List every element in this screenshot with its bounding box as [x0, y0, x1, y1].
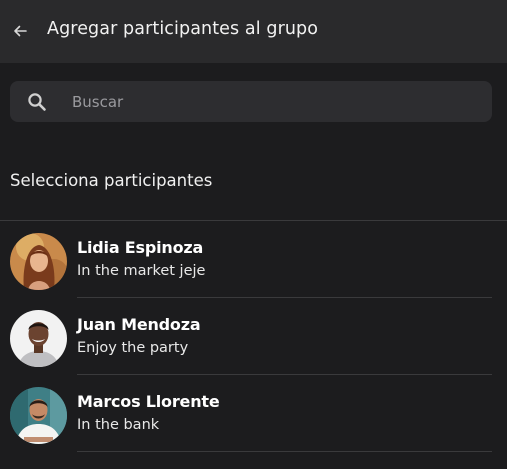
header-bar: Agregar participantes al grupo: [0, 0, 507, 63]
section-title: Selecciona participantes: [10, 171, 213, 190]
contact-item-juan-mendoza[interactable]: Juan Mendoza Enjoy the party: [0, 298, 507, 375]
contact-status: In the market jeje: [77, 263, 206, 279]
back-button[interactable]: [9, 20, 31, 42]
avatar: [10, 387, 67, 444]
contact-status: In the bank: [77, 417, 160, 433]
search-bar[interactable]: [10, 81, 492, 122]
contact-name: Marcos Llorente: [77, 392, 220, 411]
page-title: Agregar participantes al grupo: [47, 19, 319, 39]
app-window: Agregar participantes al grupo Seleccion…: [0, 0, 507, 469]
contact-name: Juan Mendoza: [77, 315, 201, 334]
contact-status: Enjoy the party: [77, 340, 189, 356]
search-icon: [28, 93, 46, 111]
divider: [77, 451, 492, 452]
avatar: [10, 233, 67, 290]
arrow-left-icon: [14, 25, 27, 37]
contact-item-lidia-espinoza[interactable]: Lidia Espinoza In the market jeje: [0, 221, 507, 298]
search-input[interactable]: [70, 81, 480, 122]
avatar: [10, 310, 67, 367]
contact-name: Lidia Espinoza: [77, 238, 204, 257]
contact-item-marcos-llorente[interactable]: Marcos Llorente In the bank: [0, 375, 507, 452]
